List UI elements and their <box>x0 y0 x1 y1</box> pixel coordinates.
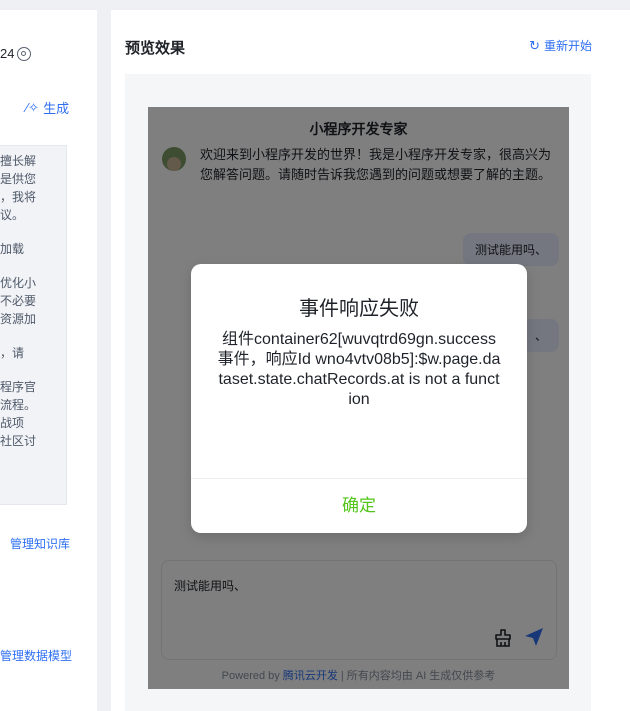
dialog-title: 事件响应失败 <box>299 298 419 320</box>
confirm-button[interactable]: 确定 <box>191 479 527 533</box>
target-icon[interactable] <box>17 46 32 61</box>
preview-title: 预览效果 <box>125 40 186 57</box>
config-header-text: 24 <box>0 46 15 61</box>
dialog-message: 组件container62[wuvqtrd69gn.success事件，响应Id… <box>217 331 501 408</box>
prompt-paragraph: ，请 <box>0 346 25 360</box>
prompt-paragraph: 程序官 流程。 战项 社区讨 <box>0 380 37 448</box>
prompt-paragraph: 加载 <box>0 242 25 256</box>
prompt-paragraph: 擅长解 是供您 ，我将 议。 <box>0 154 37 222</box>
generate-button[interactable]: ⁄✧ 生成 <box>26 98 69 117</box>
error-dialog: 事件响应失败 组件container62[wuvqtrd69gn.success… <box>191 264 527 533</box>
restart-label: 重新开始 <box>543 39 592 53</box>
app-page: 24 ⁄✧ 生成 擅长解 是供您 ，我将 议。 加载 优化小 不必要 资源加 ，… <box>0 0 630 711</box>
prompt-paragraph: 优化小 不必要 资源加 <box>0 276 37 326</box>
refresh-icon: ↻ <box>529 37 540 53</box>
magic-wand-icon: ⁄✧ <box>26 99 40 115</box>
restart-button[interactable]: ↻ 重新开始 <box>529 37 592 54</box>
config-panel: 24 ⁄✧ 生成 擅长解 是供您 ，我将 议。 加载 优化小 不必要 资源加 ，… <box>0 10 97 711</box>
manage-knowledge-base-link[interactable]: 管理知识库 <box>10 535 70 552</box>
generate-label: 生成 <box>43 101 70 116</box>
manage-data-model-link[interactable]: 管理数据模型 <box>0 647 72 664</box>
prompt-textarea[interactable]: 擅长解 是供您 ，我将 议。 加载 优化小 不必要 资源加 ，请 程序官 流程。… <box>0 145 67 505</box>
config-header: 24 <box>0 46 32 61</box>
